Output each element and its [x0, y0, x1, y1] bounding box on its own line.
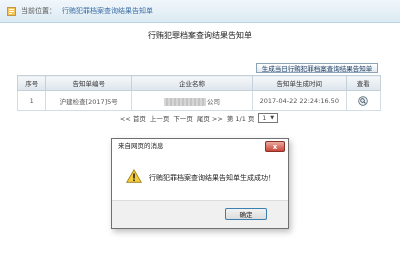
- chevron-down-icon: ▼: [270, 115, 275, 121]
- generate-notice-button[interactable]: 生成当日行贿犯罪档案查询结果告知单: [256, 63, 378, 73]
- next-page-link[interactable]: 下一页: [173, 113, 193, 123]
- view-icon[interactable]: [358, 95, 368, 106]
- warning-icon: [126, 169, 142, 183]
- company-suffix: 公司: [206, 97, 220, 106]
- header-time: 告知单生成时间: [251, 75, 347, 91]
- browser-page: 当前位置： 行贿犯罪档案查询结果告知单 行贿犯罪档案查询结果告知单 生成当日行贿…: [0, 0, 400, 258]
- home-icon: [7, 6, 16, 16]
- breadcrumb-current[interactable]: 行贿犯罪档案查询结果告知单: [62, 6, 153, 16]
- table-row: 1 沪建检查[2017]5号 公司 2017-04-22 22:24:16.50: [16, 90, 382, 111]
- close-button[interactable]: x: [265, 141, 285, 152]
- alert-dialog: 来自网页的消息 x 行贿犯罪档案查询结果告知单生成成功！ 确定: [111, 138, 289, 229]
- first-page-link[interactable]: << 首页: [120, 113, 146, 123]
- cell-time: 2017-04-22 22:24:16.50: [251, 90, 347, 111]
- page-summary: 第 1/1 页: [226, 115, 255, 123]
- page-select-value: 1: [262, 114, 267, 122]
- cell-index: 1: [16, 90, 47, 111]
- header-view: 查看: [345, 75, 382, 91]
- page-title: 行贿犯罪档案查询结果告知单: [148, 31, 252, 40]
- page-select[interactable]: 1 ▼: [258, 113, 279, 123]
- redacted-company-name: [163, 97, 206, 106]
- table-header-row: 序号 告知单编号 企业名称 告知单生成时间 查看: [16, 75, 382, 91]
- cell-number: 沪建检查[2017]5号: [45, 90, 132, 111]
- cell-company: 公司: [130, 90, 253, 111]
- dialog-message: 行贿犯罪档案查询结果告知单生成成功！: [149, 174, 275, 182]
- prev-page-link[interactable]: 上一页: [150, 113, 170, 123]
- last-page-link[interactable]: 尾页 >>: [197, 113, 223, 123]
- pagination: << 首页 上一页 下一页 尾页 >> 第 1/1 页 1 ▼: [17, 112, 381, 124]
- location-bar: 当前位置： 行贿犯罪档案查询结果告知单: [0, 0, 400, 23]
- header-company: 企业名称: [130, 75, 253, 91]
- ok-button[interactable]: 确定: [225, 208, 267, 220]
- header-number: 告知单编号: [45, 75, 132, 91]
- header-index: 序号: [16, 75, 47, 91]
- cell-view: [345, 90, 382, 111]
- dialog-footer: 确定: [112, 200, 288, 228]
- dialog-title: 来自网页的消息: [112, 139, 288, 154]
- results-table: 序号 告知单编号 企业名称 告知单生成时间 查看 1 沪建检查[2017]5号 …: [16, 75, 382, 111]
- location-label: 当前位置：: [21, 7, 56, 15]
